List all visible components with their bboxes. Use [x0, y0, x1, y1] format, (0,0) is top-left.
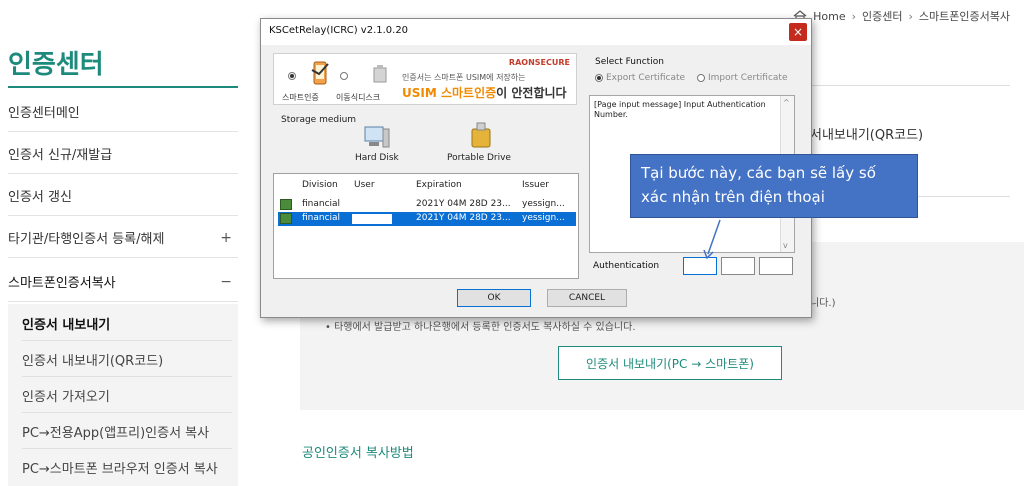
chevron-right-icon: › — [851, 9, 857, 23]
divider — [8, 86, 238, 88]
minus-icon: − — [220, 273, 232, 290]
column-header-expiration[interactable]: Expiration — [416, 180, 462, 190]
method-banner: 스마트인증 이동식디스크 RAONSECURE 인증서는 스마트폰 USIM에 … — [273, 53, 577, 105]
breadcrumb-smartphone-copy[interactable]: 스마트폰인증서복사 — [919, 8, 1010, 24]
divider — [22, 376, 232, 377]
portable-drive-icon[interactable] — [469, 121, 493, 149]
cell-division: financial — [302, 213, 341, 223]
certificate-icon — [280, 199, 292, 210]
section-title: 공인인증서 복사방법 — [302, 446, 414, 461]
usb-disk-icon — [373, 65, 387, 83]
sidebar-item-label: 인증센터메인 — [8, 106, 80, 121]
sidebar-title: 인증센터 — [8, 50, 104, 80]
close-button[interactable]: × — [789, 23, 807, 41]
annotation-callout: Tại bước này, các bạn sẽ lấy số xác nhận… — [630, 154, 918, 218]
submenu: 인증서 내보내기 인증서 내보내기(QR코드) 인증서 가져오기 PC→전용Ap… — [8, 304, 238, 486]
notice-text: • 타행에서 발급받고 하나은행에서 등록한 인증서도 복사하실 수 있습니다. — [325, 322, 636, 333]
divider — [22, 448, 232, 449]
submenu-item-import[interactable]: 인증서 가져오기 — [22, 386, 110, 405]
callout-line-2: xác nhận trên điện thoại — [641, 188, 825, 206]
authentication-label: Authentication — [593, 261, 660, 271]
divider — [22, 340, 232, 341]
plus-icon: + — [220, 229, 232, 246]
storage-medium-group: Storage medium Hard Disk Portable Drive — [273, 111, 577, 167]
submenu-item-pc-to-browser[interactable]: PC→스마트폰 브라우저 인증서 복사 — [22, 458, 218, 477]
portable-drive-label[interactable]: Portable Drive — [447, 153, 511, 163]
certificate-icon — [280, 213, 292, 224]
sidebar-item-label: 스마트폰인증서복사 — [8, 276, 116, 291]
cell-expiration: 2021Y 04M 28D 23... — [416, 213, 511, 223]
dialog-title: KSCetRelay(ICRC) v2.1.0.20 — [269, 25, 409, 36]
banner-headline: USIM 스마트인증이 안전합니다 — [402, 84, 567, 101]
sidebar-item-label: 인증서 신규/재발급 — [8, 148, 113, 163]
ok-button[interactable]: OK — [457, 289, 531, 307]
breadcrumb-cert-center[interactable]: 인증센터 — [862, 8, 902, 24]
notice-text: 니다.) — [810, 298, 836, 309]
sidebar-item-main[interactable]: 인증센터메인 — [8, 92, 238, 132]
export-cert-button[interactable]: 인증서 내보내기(PC → 스마트폰) — [558, 346, 782, 380]
callout-line-1: Tại bước này, các bạn sẽ lấy số — [641, 164, 876, 182]
sidebar-item-label: 인증서 갱신 — [8, 190, 72, 205]
chevron-up-icon[interactable]: ^ — [783, 98, 790, 107]
sidebar: 인증센터 인증센터메인 인증서 신규/재발급 인증서 갱신 타기관/타행인증서 … — [0, 0, 240, 486]
select-function-group: Select Function Export Certificate Impor… — [589, 53, 803, 93]
raonsecure-logo: RAONSECURE — [508, 58, 570, 67]
radio-import-cert[interactable]: Import Certificate — [697, 73, 787, 83]
chevron-right-icon: › — [908, 9, 913, 23]
cell-issuer: yessign... — [522, 213, 565, 223]
banner-highlight: USIM 스마트인증 — [402, 86, 497, 100]
export-cert-label: Export Certificate — [606, 73, 686, 83]
dialog-titlebar[interactable]: KSCetRelay(ICRC) v2.1.0.20 × — [261, 19, 811, 45]
auth-number-field-3[interactable] — [759, 257, 793, 275]
certificate-list: Division User Expiration Issuer financia… — [273, 173, 579, 279]
radio-smart-auth[interactable] — [288, 72, 296, 80]
column-header-issuer[interactable]: Issuer — [522, 180, 549, 190]
column-header-division[interactable]: Division — [302, 180, 338, 190]
sidebar-item-new-cert[interactable]: 인증서 신규/재발급 — [8, 134, 238, 174]
submenu-item-pc-to-app[interactable]: PC→전용App(앱프리)인증서 복사 — [22, 422, 209, 441]
sidebar-item-renew[interactable]: 인증서 갱신 — [8, 176, 238, 216]
table-row-selected[interactable]: financial 2021Y 04M 28D 23... yessign... — [278, 212, 576, 226]
breadcrumb-home[interactable]: Home — [813, 10, 845, 23]
cell-division: financial — [302, 199, 341, 209]
divider — [22, 412, 232, 413]
select-function-label: Select Function — [595, 57, 664, 67]
radio-export-cert[interactable]: Export Certificate — [595, 73, 685, 83]
radio-indicator — [697, 74, 705, 82]
callout-pointer-arrow — [703, 219, 721, 260]
sidebar-item-smartphone-copy[interactable]: 스마트폰인증서복사 − — [8, 262, 238, 302]
submenu-item-export[interactable]: 인증서 내보내기 — [22, 314, 110, 333]
cell-issuer: yessign... — [522, 199, 565, 209]
cell-expiration: 2021Y 04M 28D 23... — [416, 199, 511, 209]
breadcrumb: Home › 인증센터 › 스마트폰인증서복사 — [793, 8, 1010, 24]
sidebar-item-other-bank[interactable]: 타기관/타행인증서 등록/해제 + — [8, 218, 238, 258]
chevron-down-icon[interactable]: v — [783, 241, 788, 250]
cancel-button[interactable]: CANCEL — [547, 289, 627, 307]
removable-disk-label: 이동식디스크 — [336, 93, 381, 102]
smart-auth-label: 스마트인증 — [282, 93, 319, 102]
banner-headline-rest: 이 안전합니다 — [496, 86, 567, 100]
smartphone-icon — [311, 61, 329, 85]
radio-removable-disk[interactable] — [340, 72, 348, 80]
column-header-user[interactable]: User — [354, 180, 375, 190]
redacted-user — [352, 214, 392, 224]
import-cert-label: Import Certificate — [708, 73, 788, 83]
hard-disk-icon[interactable] — [363, 125, 391, 149]
submenu-item-export-qr[interactable]: 인증서 내보내기(QR코드) — [22, 350, 163, 369]
sidebar-item-label: 타기관/타행인증서 등록/해제 — [8, 232, 165, 247]
page-input-message: [Page input message] Input Authenticatio… — [594, 100, 766, 119]
hard-disk-label[interactable]: Hard Disk — [355, 153, 399, 163]
banner-subtext: 인증서는 스마트폰 USIM에 저장하는 — [402, 73, 526, 82]
table-row[interactable]: financial 2021Y 04M 28D 23... yessign... — [278, 198, 576, 212]
radio-indicator — [595, 74, 603, 82]
tab-export-qr[interactable]: 서내보내기(QR코드) — [810, 124, 923, 143]
page: Home › 인증센터 › 스마트폰인증서복사 인증센터 인증센터메인 인증서 … — [0, 0, 1024, 486]
storage-medium-label: Storage medium — [281, 115, 357, 125]
